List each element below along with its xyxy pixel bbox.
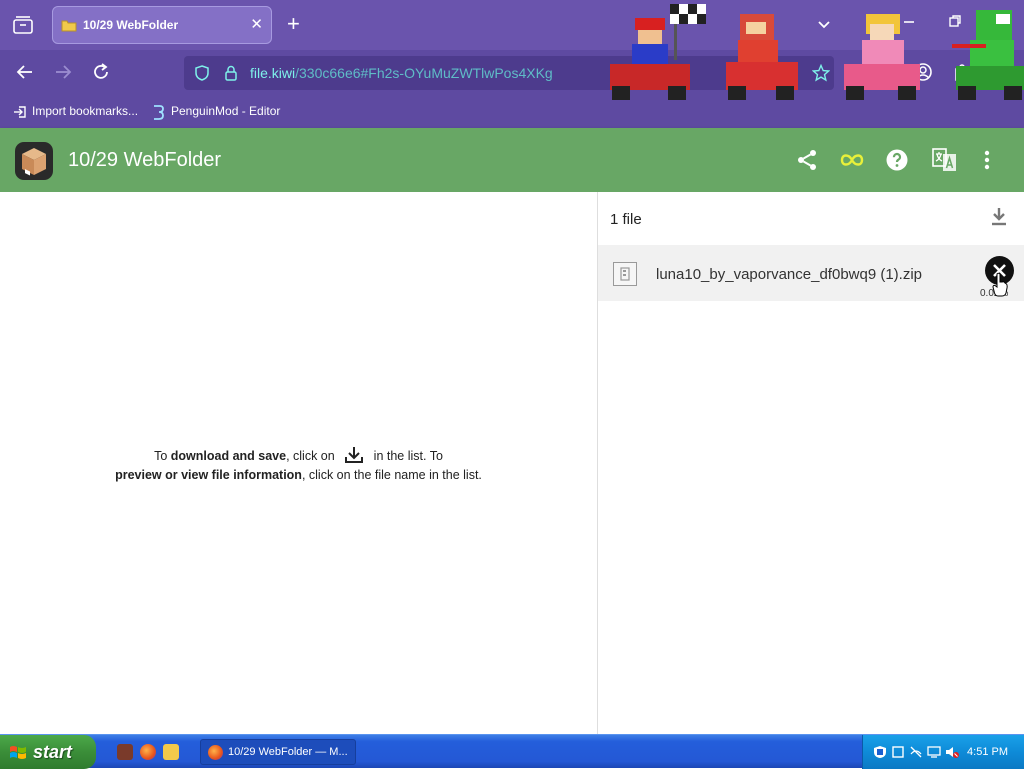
system-tray: 4:51 PM xyxy=(862,735,1024,769)
browser-tab-bar: 10/29 WebFolder ✕ + xyxy=(0,0,1024,50)
back-arrow-icon[interactable] xyxy=(15,62,35,82)
help-text-bold: preview or view file information xyxy=(115,468,302,482)
zip-file-icon xyxy=(620,267,630,281)
taskbar-item-label: 10/29 WebFolder — M... xyxy=(228,746,348,758)
tab-close-button[interactable]: ✕ xyxy=(250,15,263,33)
reload-icon[interactable] xyxy=(91,62,111,82)
file-list-pane: 1 file luna10_by_vaporvance_df0bwq9 (1).… xyxy=(598,192,1024,734)
more-vert-icon[interactable] xyxy=(975,148,999,172)
translate-icon[interactable] xyxy=(932,148,957,172)
menu-icon[interactable] xyxy=(989,62,1009,82)
help-line-1: To download and save, click on in the li… xyxy=(0,446,597,466)
help-text-bold: download and save xyxy=(170,449,287,463)
url-path: /330c66e6#Fh2s-OYuMuZWTlwPos4XKg xyxy=(295,65,553,81)
firefox-icon xyxy=(208,745,223,760)
app-header: 10/29 WebFolder xyxy=(0,128,1024,192)
file-type-icon xyxy=(613,262,637,286)
tray-app-icon[interactable] xyxy=(891,745,905,759)
help-text: To download and save, click on in the li… xyxy=(0,446,597,485)
quicklaunch-folder-icon[interactable] xyxy=(163,744,179,760)
help-text-part: , click on the file name in the list. xyxy=(301,468,482,482)
taskbar: start 10/29 WebFolder — M... 4:51 PM xyxy=(0,734,1024,769)
start-label: start xyxy=(33,742,73,762)
bookmark-star-icon[interactable] xyxy=(812,64,830,82)
preview-pane: To download and save, click on in the li… xyxy=(0,192,597,734)
bookmark-penguinmod[interactable]: PenguinMod - Editor xyxy=(171,104,280,118)
display-icon[interactable] xyxy=(927,745,941,759)
help-text-part: in the list. To xyxy=(370,449,443,463)
bookmarks-toolbar: Import bookmarks... PenguinMod - Editor xyxy=(0,96,1024,128)
volume-muted-icon[interactable] xyxy=(945,745,959,759)
url-host: file.kiwi xyxy=(250,65,296,81)
new-tab-button[interactable]: + xyxy=(287,11,300,37)
download-icon xyxy=(345,447,364,463)
import-icon xyxy=(14,106,26,118)
help-text-part: , click on xyxy=(286,449,339,463)
url-bar[interactable]: file.kiwi/330c66e6#Fh2s-OYuMuZWTlwPos4XK… xyxy=(184,56,834,90)
help-line-2: preview or view file information, click … xyxy=(0,466,597,485)
download-all-icon[interactable] xyxy=(989,206,1009,228)
account-icon[interactable] xyxy=(913,62,933,82)
security-shield-icon[interactable] xyxy=(873,745,887,759)
chevron-down-icon[interactable] xyxy=(817,18,831,32)
restore-icon[interactable] xyxy=(948,14,962,28)
bookmark-import[interactable]: Import bookmarks... xyxy=(32,104,138,118)
quicklaunch-firefox-icon[interactable] xyxy=(140,744,156,760)
box-logo-icon xyxy=(15,142,53,180)
help-text-part: To xyxy=(154,449,171,463)
url-text[interactable]: file.kiwi/330c66e6#Fh2s-OYuMuZWTlwPos4XK… xyxy=(250,65,553,81)
file-name[interactable]: luna10_by_vaporvance_df0bwq9 (1).zip xyxy=(656,266,922,283)
tab-overview-icon[interactable] xyxy=(12,15,34,35)
app-title: 10/29 WebFolder xyxy=(68,149,222,171)
quicklaunch-app-icon[interactable] xyxy=(117,744,133,760)
windows-flag-icon xyxy=(10,746,26,759)
hand-cursor-icon xyxy=(992,272,1008,297)
file-row[interactable]: luna10_by_vaporvance_df0bwq9 (1).zip 0.0… xyxy=(598,245,1024,301)
taskbar-clock: 4:51 PM xyxy=(967,746,1008,758)
folder-favicon-icon xyxy=(61,20,77,32)
network-off-icon[interactable] xyxy=(909,745,923,759)
share-icon[interactable] xyxy=(795,148,819,172)
shield-icon[interactable] xyxy=(194,65,210,81)
start-button[interactable]: start xyxy=(0,735,96,769)
window-close-icon[interactable] xyxy=(994,14,1008,28)
penguinmod-icon xyxy=(154,105,164,120)
help-icon[interactable] xyxy=(885,148,909,172)
forward-arrow-icon[interactable] xyxy=(53,62,73,82)
browser-tab-active[interactable]: 10/29 WebFolder ✕ xyxy=(52,6,272,44)
tab-title: 10/29 WebFolder xyxy=(83,18,179,32)
extensions-icon[interactable] xyxy=(952,62,972,82)
lock-icon[interactable] xyxy=(224,65,238,81)
infinity-icon[interactable] xyxy=(839,148,865,172)
taskbar-item-browser[interactable]: 10/29 WebFolder — M... xyxy=(200,739,356,765)
file-count: 1 file xyxy=(610,211,642,228)
browser-nav-bar: file.kiwi/330c66e6#Fh2s-OYuMuZWTlwPos4XK… xyxy=(0,50,1024,96)
minimize-icon[interactable] xyxy=(902,14,916,28)
